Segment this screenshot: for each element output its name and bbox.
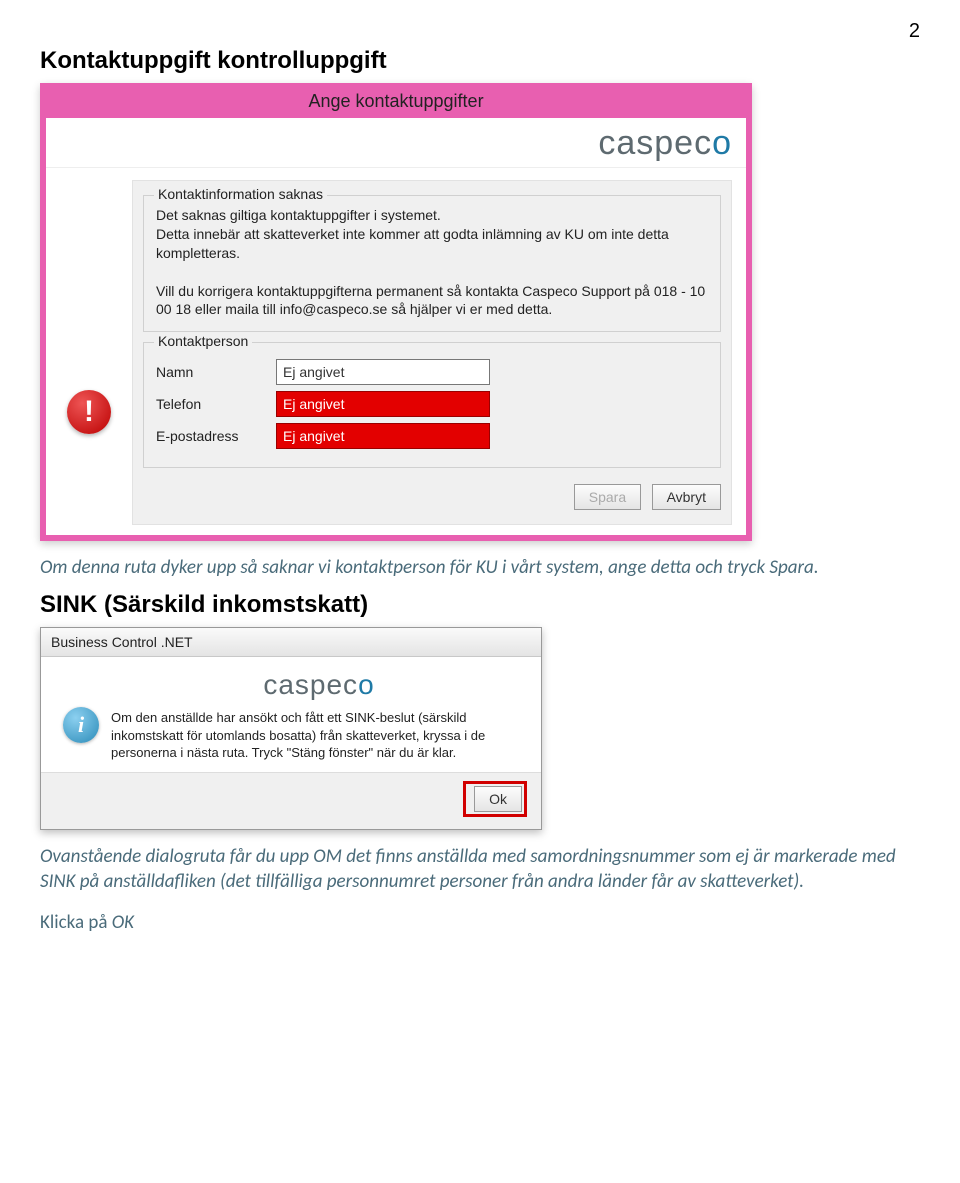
caption-dialog1: Om denna ruta dyker upp så saknar vi kon… <box>40 555 920 581</box>
row-epost: E-postadress <box>156 423 708 449</box>
logo-row: caspeco <box>46 118 746 168</box>
dialog2-title: Business Control .NET <box>41 628 541 657</box>
ok-highlight: Ok <box>463 781 527 817</box>
fieldset-kontaktinfo-saknas: Kontaktinformation saknas Det saknas gil… <box>143 195 721 332</box>
cancel-button[interactable]: Avbryt <box>652 484 721 510</box>
ok-button[interactable]: Ok <box>474 786 522 812</box>
input-telefon[interactable] <box>276 391 490 417</box>
input-epost[interactable] <box>276 423 490 449</box>
alert-icon: ! <box>67 390 111 434</box>
info-icon: i <box>63 707 99 743</box>
dialog-ange-kontaktuppgifter: Ange kontaktuppgifter caspeco ! Kontakti… <box>40 83 752 541</box>
label-namn: Namn <box>156 364 276 380</box>
fieldset-legend: Kontaktperson <box>154 333 252 349</box>
row-namn: Namn <box>156 359 708 385</box>
info-text: Det saknas giltiga kontaktuppgifter i sy… <box>156 206 708 319</box>
dialog2-icon-column: i <box>51 667 111 762</box>
caspeco-logo: caspeco <box>111 667 527 709</box>
label-telefon: Telefon <box>156 396 276 412</box>
dialog2-text: Om den anställde har ansökt och fått ett… <box>111 709 527 762</box>
dialog-business-control: Business Control .NET i caspeco Om den a… <box>40 627 542 830</box>
heading-sink: SINK (Särskild inkomstskatt) <box>40 591 920 619</box>
caspeco-logo: caspeco <box>598 124 732 163</box>
fieldset-legend: Kontaktinformation saknas <box>154 186 327 202</box>
dialog-icon-column: ! <box>46 168 132 535</box>
footer-instruction: Klicka på OK <box>40 911 920 934</box>
heading-kontaktuppgift: Kontaktuppgift kontrolluppgift <box>40 47 920 75</box>
dialog-title: Ange kontaktuppgifter <box>46 89 746 118</box>
save-button[interactable]: Spara <box>574 484 641 510</box>
label-epost: E-postadress <box>156 428 276 444</box>
input-namn[interactable] <box>276 359 490 385</box>
caption-dialog2: Ovanstående dialogruta får du upp OM det… <box>40 844 920 895</box>
fieldset-kontaktperson: Kontaktperson Namn Telefon E-postadress <box>143 342 721 468</box>
row-telefon: Telefon <box>156 391 708 417</box>
page-number: 2 <box>40 20 920 43</box>
